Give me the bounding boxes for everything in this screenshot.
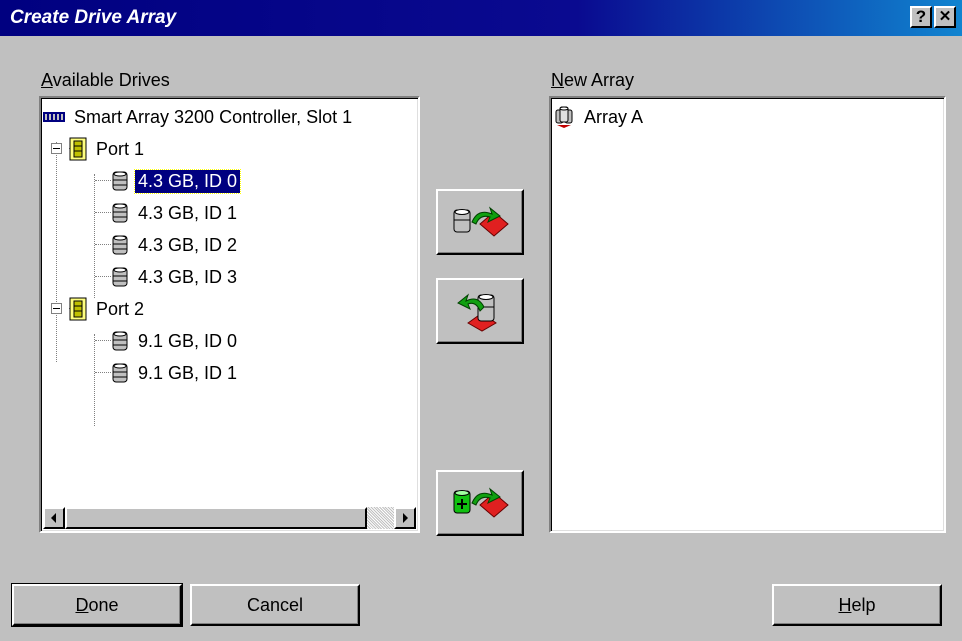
done-button[interactable]: Done xyxy=(11,583,183,627)
help-button[interactable]: Help xyxy=(772,584,942,626)
array-icon xyxy=(555,106,573,128)
drive-icon xyxy=(112,363,128,383)
tree-node-drive[interactable]: 9.1 GB, ID 1 xyxy=(111,358,240,388)
available-drives-tree[interactable]: Smart Array 3200 Controller, Slot 1 Port… xyxy=(39,96,420,533)
tree-node-drive[interactable]: 4.3 GB, ID 3 xyxy=(111,262,240,292)
assign-spare-drive-button[interactable] xyxy=(436,470,524,536)
tree-node-port-2[interactable]: Port 2 xyxy=(69,294,147,324)
scroll-left-button[interactable] xyxy=(43,507,65,529)
tree-node-drive[interactable]: 4.3 GB, ID 0 xyxy=(111,166,242,196)
drive-icon xyxy=(112,171,128,191)
array-to-drive-icon xyxy=(457,293,497,332)
window-title: Create Drive Array xyxy=(10,7,177,28)
port-icon xyxy=(69,297,87,321)
arrow-right-icon xyxy=(403,513,408,523)
controller-icon xyxy=(43,112,65,122)
drive-icon xyxy=(112,331,128,351)
scroll-thumb[interactable] xyxy=(65,507,367,529)
drive-to-array-icon xyxy=(453,206,509,237)
title-bar: Create Drive Array ? ✕ xyxy=(0,0,962,36)
tree-node-port-1[interactable]: Port 1 xyxy=(69,134,147,164)
drive-icon xyxy=(112,235,128,255)
close-button[interactable]: ✕ xyxy=(934,6,956,28)
context-help-button[interactable]: ? xyxy=(910,6,932,28)
available-drives-label: Available Drives xyxy=(41,70,170,90)
collapse-port-2-toggle[interactable] xyxy=(51,303,62,314)
port-icon xyxy=(69,137,87,161)
tree-node-drive[interactable]: 4.3 GB, ID 1 xyxy=(111,198,240,228)
new-array-tree[interactable]: Array A xyxy=(549,96,946,533)
tree-node-drive[interactable]: 4.3 GB, ID 2 xyxy=(111,230,240,260)
spare-drive-icon xyxy=(453,487,509,518)
tree-node-controller[interactable]: Smart Array 3200 Controller, Slot 1 xyxy=(43,102,355,132)
cancel-button[interactable]: Cancel xyxy=(190,584,360,626)
arrow-left-icon xyxy=(51,513,56,523)
add-drive-to-array-button[interactable] xyxy=(436,189,524,255)
new-array-label: New Array xyxy=(551,70,635,90)
drive-icon xyxy=(112,267,128,287)
tree-node-drive[interactable]: 9.1 GB, ID 0 xyxy=(111,326,240,356)
drive-icon xyxy=(112,203,128,223)
collapse-port-1-toggle[interactable] xyxy=(51,143,62,154)
scroll-right-button[interactable] xyxy=(394,507,416,529)
tree-node-array-a[interactable]: Array A xyxy=(553,102,646,132)
horizontal-scrollbar[interactable] xyxy=(43,507,416,529)
remove-drive-from-array-button[interactable] xyxy=(436,278,524,344)
